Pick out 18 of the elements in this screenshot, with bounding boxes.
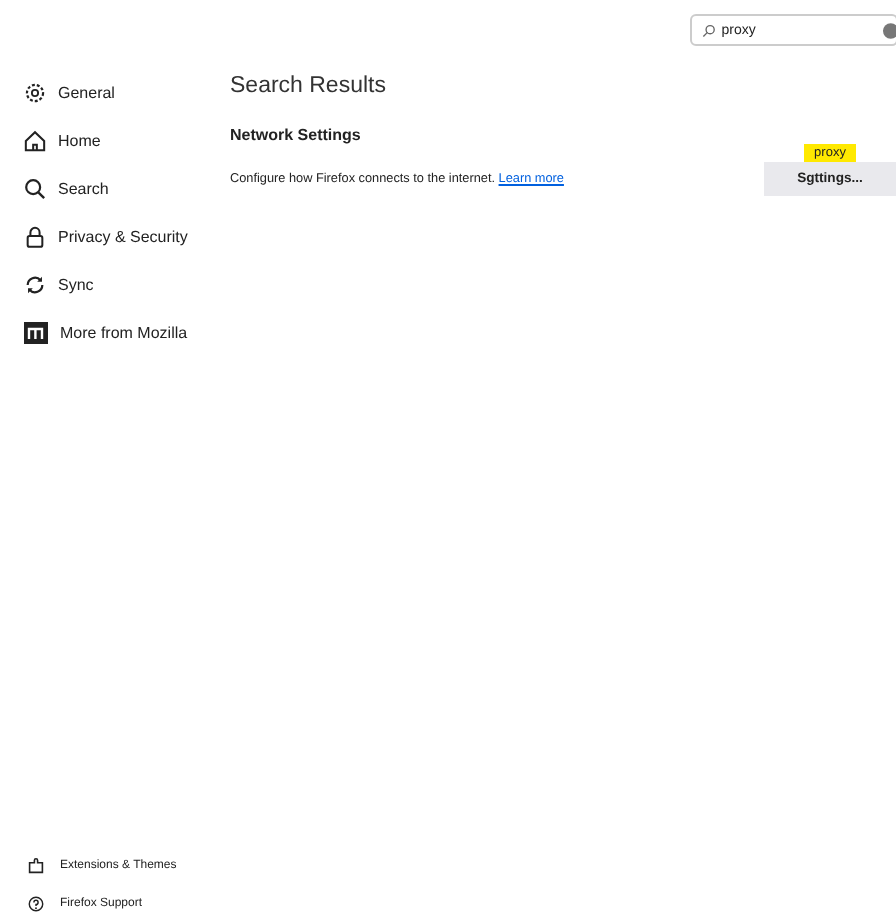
sync-icon bbox=[24, 273, 46, 295]
search-icon bbox=[24, 177, 46, 199]
help-icon bbox=[28, 895, 44, 911]
clear-icon[interactable] bbox=[882, 21, 896, 39]
puzzle-icon bbox=[28, 857, 44, 873]
sidebar-item[interactable]: Search bbox=[24, 164, 230, 212]
sidebar-item[interactable]: Home bbox=[24, 116, 230, 164]
home-icon bbox=[24, 129, 46, 151]
sidebar-item[interactable]: More from Mozilla bbox=[24, 308, 230, 356]
sidebar-item[interactable]: Privacy & Security bbox=[24, 212, 230, 260]
page-heading: Search Results bbox=[230, 74, 388, 98]
sidebar-item[interactable]: Sync bbox=[24, 260, 230, 308]
section-title: Network Settings bbox=[230, 126, 363, 144]
settings-icon bbox=[24, 81, 46, 103]
search-icon bbox=[702, 23, 716, 37]
lock-icon bbox=[24, 225, 46, 247]
mozilla-m-icon bbox=[24, 321, 48, 343]
sidebar-item[interactable]: General bbox=[24, 68, 230, 116]
